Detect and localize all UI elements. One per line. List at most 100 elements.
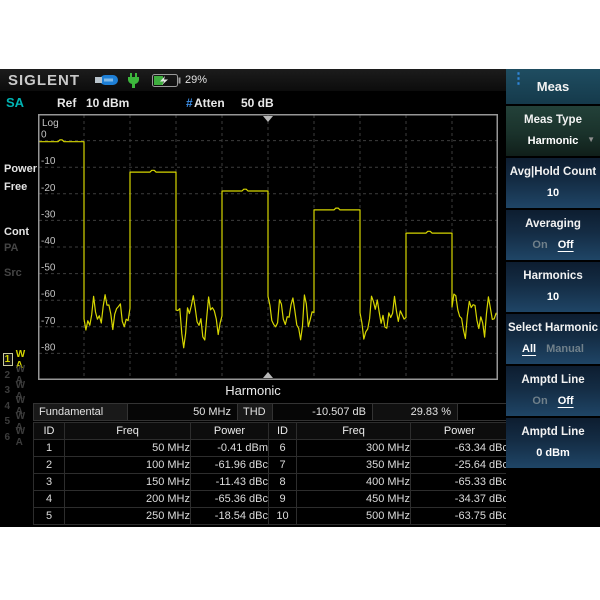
toggle-option-off: Off xyxy=(558,239,574,251)
topbar: SIGLENT 29% xyxy=(0,69,506,91)
table-cell: 500 MHz xyxy=(297,508,411,525)
atten-value[interactable]: 50 dB xyxy=(241,96,274,110)
table-header-freq: Freq xyxy=(65,423,191,440)
sidebar-button-avg-hold-count[interactable]: Avg|Hold Count 10 xyxy=(506,158,600,208)
ref-level-label[interactable]: Ref xyxy=(57,96,76,110)
button-toggle: On Off xyxy=(527,395,578,407)
status-row: SA Ref 10 dBm # Atten 50 dB xyxy=(0,91,506,114)
table-cell: 1 xyxy=(34,440,65,457)
usb-icon xyxy=(94,74,118,86)
table-header-power: Power xyxy=(191,423,269,440)
axis-label: -40 xyxy=(41,236,56,247)
table-cell: -65.33 dBc xyxy=(411,474,509,491)
trace-number: 1 xyxy=(3,353,13,366)
sidebar-button-select-harmonic[interactable]: Select Harmonic AllManual xyxy=(506,314,600,364)
atten-label[interactable]: Atten xyxy=(194,96,225,110)
sidebar-button-amptd-line-value[interactable]: Amptd Line 0 dBm xyxy=(506,418,600,468)
axis-label: -50 xyxy=(41,263,56,274)
harmonics-table-header: IDFreqPowerIDFreqPower xyxy=(34,423,509,440)
sidebar-button-averaging[interactable]: Averaging OnOff xyxy=(506,210,600,260)
axis-label: -80 xyxy=(41,342,56,353)
axis-label: -60 xyxy=(41,289,56,300)
meas-menu-title: Meas xyxy=(537,79,570,94)
results-title: Harmonic xyxy=(0,383,506,398)
sidebar-button-amptd-line-toggle[interactable]: Amptd Line On Off xyxy=(506,366,600,416)
table-row: 5250 MHz-18.54 dBc10500 MHz-63.75 dBc xyxy=(34,508,509,525)
side-label-free: Free xyxy=(4,181,27,193)
table-cell: 8 xyxy=(269,474,297,491)
side-label-pa: PA xyxy=(4,242,18,254)
page: SIGLENT 29% SA Ref 10 dBm xyxy=(0,0,600,600)
axis-label: -10 xyxy=(41,156,56,167)
table-header-id: ID xyxy=(34,423,65,440)
fundamental-row: Fundamental 50 MHz THD -10.507 dB 29.83 … xyxy=(33,403,508,421)
toggle-option-on: On xyxy=(532,395,547,407)
button-value: 10 xyxy=(547,187,559,199)
button-label: Harmonics xyxy=(523,270,582,282)
table-cell: 100 MHz xyxy=(65,457,191,474)
power-plug-icon xyxy=(127,73,140,88)
table-cell: 50 MHz xyxy=(65,440,191,457)
trace-legend: 1W A2W A3W A4W A5W A6W A xyxy=(3,352,37,445)
button-label: Amptd Line xyxy=(521,426,584,438)
sidebar-menu: ⋮ Meas Meas TypeHarmonic▼ Avg|Hold Count 1… xyxy=(506,69,600,527)
table-row: 150 MHz-0.41 dBm6300 MHz-63.34 dBc xyxy=(34,440,509,457)
table-header-freq: Freq xyxy=(297,423,411,440)
button-toggle: OnOff xyxy=(527,239,578,251)
table-cell: 7 xyxy=(269,457,297,474)
battery-percent: 29% xyxy=(185,74,207,86)
table-row: 2100 MHz-61.96 dBc7350 MHz-25.64 dBc xyxy=(34,457,509,474)
ref-level-value[interactable]: 10 dBm xyxy=(86,96,129,110)
table-cell: 3 xyxy=(34,474,65,491)
sidebar-button-harmonics[interactable]: Harmonics10 xyxy=(506,262,600,312)
button-toggle: AllManual xyxy=(517,343,589,355)
table-cell: -18.54 dBc xyxy=(191,508,269,525)
fundamental-row-spacer xyxy=(458,403,508,421)
button-label: Amptd Line xyxy=(521,374,584,386)
table-cell: 4 xyxy=(34,491,65,508)
table-cell: 450 MHz xyxy=(297,491,411,508)
table-cell: 10 xyxy=(269,508,297,525)
table-cell: 2 xyxy=(34,457,65,474)
trace-number: 6 xyxy=(3,432,13,443)
thd-label: THD xyxy=(238,403,273,421)
table-cell: 150 MHz xyxy=(65,474,191,491)
spectrum-analyzer-screen: SIGLENT 29% SA Ref 10 dBm xyxy=(0,69,600,527)
toggle-option-manual: Manual xyxy=(546,343,584,355)
button-label: Meas Type xyxy=(524,114,582,126)
harmonics-table: IDFreqPowerIDFreqPower 150 MHz-0.41 dBm6… xyxy=(33,422,509,525)
spectrum-plot[interactable]: Log0 -10 -20 -30 -40 -50 -60 -70 -80 xyxy=(38,114,498,380)
scale-type-label: Log xyxy=(42,118,59,129)
trace-number: 4 xyxy=(3,401,13,412)
axis-label: -20 xyxy=(41,183,56,194)
trace-selector-6[interactable]: 6W A xyxy=(3,430,37,446)
menu-dots-icon: ⋮ xyxy=(511,75,526,82)
side-label-power: Power xyxy=(4,163,37,175)
table-cell: 300 MHz xyxy=(297,440,411,457)
button-value: 0 dBm xyxy=(536,447,570,459)
table-cell: -11.43 dBc xyxy=(191,474,269,491)
table-row: 3150 MHz-11.43 dBc8400 MHz-65.33 dBc xyxy=(34,474,509,491)
table-cell: -34.37 dBc xyxy=(411,491,509,508)
table-cell: 9 xyxy=(269,491,297,508)
button-label: Select Harmonic xyxy=(508,322,598,334)
meas-menu-header[interactable]: ⋮ Meas xyxy=(506,69,600,104)
button-label: Averaging xyxy=(525,218,581,230)
side-label-cont: Cont xyxy=(4,226,29,238)
button-label: Avg|Hold Count xyxy=(510,166,596,178)
siglent-logo: SIGLENT xyxy=(8,72,80,89)
table-cell: -61.96 dBc xyxy=(191,457,269,474)
axis-label: 0 xyxy=(41,130,47,141)
table-cell: -63.75 dBc xyxy=(411,508,509,525)
table-cell: -25.64 dBc xyxy=(411,457,509,474)
table-cell: 250 MHz xyxy=(65,508,191,525)
toggle-option-off: Off xyxy=(558,395,574,407)
sidebar-button-meas-type[interactable]: Meas TypeHarmonic▼ xyxy=(506,106,600,156)
atten-hash: # xyxy=(186,96,193,110)
fundamental-label: Fundamental xyxy=(33,403,128,421)
axis-label: -30 xyxy=(41,209,56,220)
table-row: 4200 MHz-65.36 dBc9450 MHz-34.37 dBc xyxy=(34,491,509,508)
axis-label: -70 xyxy=(41,316,56,327)
table-cell: 5 xyxy=(34,508,65,525)
table-header-power: Power xyxy=(411,423,509,440)
